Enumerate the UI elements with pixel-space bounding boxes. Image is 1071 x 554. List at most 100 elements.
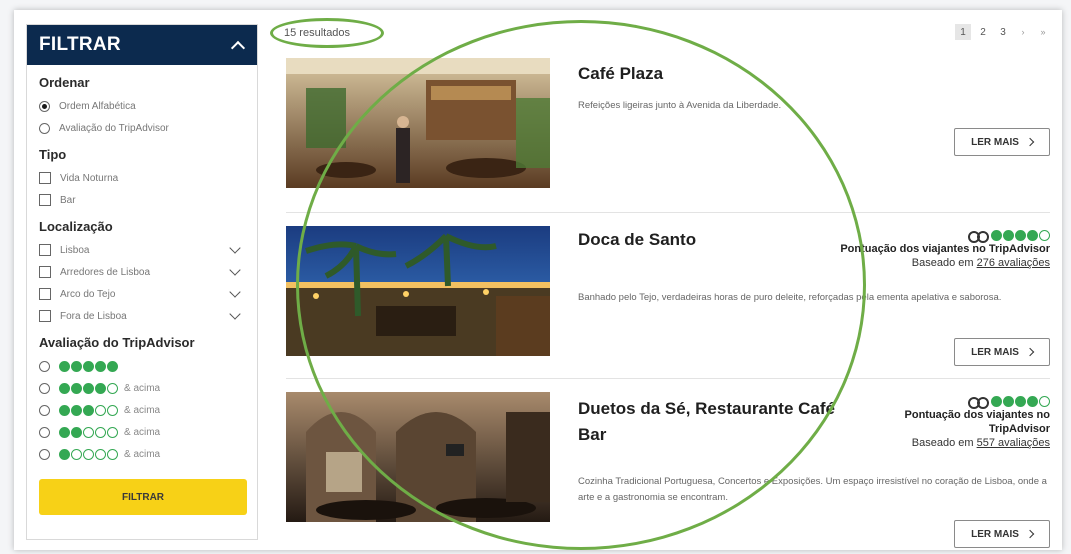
reviews-prefix: Baseado em xyxy=(911,437,974,449)
type-heading: Tipo xyxy=(39,147,67,162)
chevron-right-icon xyxy=(1025,529,1035,539)
venue-name-text: Duetos da Sé, Restaurante Café Bar xyxy=(578,399,835,444)
checkbox-icon[interactable] xyxy=(39,244,51,256)
divider xyxy=(286,378,1050,379)
filter-header[interactable]: FILTRAR xyxy=(27,25,257,65)
venue-description: Banhado pelo Tejo, verdadeiras horas de … xyxy=(578,292,1002,303)
location-option-arco-tejo[interactable]: Arco do Tejo xyxy=(39,283,245,305)
divider xyxy=(286,212,1050,213)
chevron-right-icon xyxy=(1025,137,1035,147)
tripadvisor-owl-icon xyxy=(968,396,989,409)
sort-option-label: Avaliação do TripAdvisor xyxy=(59,122,169,134)
result-card: Café Plaza Refeições ligeiras junto à Av… xyxy=(286,58,1050,208)
rating-suffix: & acima xyxy=(124,382,161,394)
rating-bubbles-icon xyxy=(59,404,119,416)
radio-icon[interactable] xyxy=(39,448,50,460)
type-option-bar[interactable]: Bar xyxy=(39,189,245,211)
sort-heading: Ordenar xyxy=(39,75,90,90)
checkbox-icon[interactable] xyxy=(39,194,51,206)
result-card: Doca de Santo Pontuação dos viajantes no… xyxy=(286,226,1050,376)
radio-icon[interactable] xyxy=(39,426,50,438)
rating-suffix: & acima xyxy=(124,426,161,438)
rating-bubbles-icon xyxy=(830,394,1050,409)
page-link[interactable]: 3 xyxy=(995,24,1011,40)
reviews-prefix: Baseado em xyxy=(911,257,974,269)
location-option-fora-lisboa[interactable]: Fora de Lisboa xyxy=(39,305,245,327)
chevron-down-icon[interactable] xyxy=(229,286,241,298)
location-option-label: Fora de Lisboa xyxy=(60,310,127,322)
read-more-label: LER MAIS xyxy=(971,346,1019,358)
rating-bubbles-icon xyxy=(59,382,119,394)
radio-icon[interactable] xyxy=(39,404,50,416)
checkbox-icon[interactable] xyxy=(39,266,51,278)
type-option-nightlife[interactable]: Vida Noturna xyxy=(39,167,245,189)
venue-name[interactable]: Café Plaza xyxy=(578,64,663,84)
rating-option-5[interactable] xyxy=(39,355,245,377)
rating-label: Pontuação dos viajantes no xyxy=(904,409,1050,421)
venue-name[interactable]: Duetos da Sé, Restaurante Café Bar xyxy=(578,396,848,448)
results-count: 15 resultados xyxy=(284,27,351,39)
rating-bubbles-icon xyxy=(59,448,119,460)
rating-bubbles-icon xyxy=(59,426,119,438)
filter-button[interactable]: FILTRAR xyxy=(39,479,247,515)
rating-label: TripAdvisor xyxy=(988,423,1050,435)
venue-photo[interactable] xyxy=(286,392,550,522)
read-more-button[interactable]: LER MAIS xyxy=(954,520,1050,548)
chevron-right-icon xyxy=(1025,347,1035,357)
venue-photo[interactable] xyxy=(286,58,550,188)
tripadvisor-rating: Pontuação dos viajantes no TripAdvisor B… xyxy=(750,228,1050,271)
chevron-down-icon[interactable] xyxy=(229,308,241,320)
last-page-icon[interactable]: » xyxy=(1035,24,1051,40)
radio-selected-icon[interactable] xyxy=(39,100,50,112)
page-link[interactable]: 2 xyxy=(975,24,991,40)
location-option-label: Arco do Tejo xyxy=(60,288,116,300)
rating-option-2[interactable]: & acima xyxy=(39,421,245,443)
venue-description: Refeições ligeiras junto à Avenida da Li… xyxy=(578,100,782,111)
location-option-lisboa[interactable]: Lisboa xyxy=(39,239,245,261)
reviews-link[interactable]: 557 avaliações xyxy=(977,437,1050,449)
type-option-label: Bar xyxy=(60,194,76,206)
read-more-button[interactable]: LER MAIS xyxy=(954,128,1050,156)
rating-option-1[interactable]: & acima xyxy=(39,443,245,465)
rating-suffix: & acima xyxy=(124,448,161,460)
radio-icon[interactable] xyxy=(39,360,50,372)
type-option-label: Vida Noturna xyxy=(60,172,119,184)
reviews-count: Baseado em 557 avaliações xyxy=(830,436,1050,451)
sort-option-rating[interactable]: Avaliação do TripAdvisor xyxy=(39,117,245,139)
page-link-current[interactable]: 1 xyxy=(955,24,971,40)
venue-name[interactable]: Doca de Santo xyxy=(578,230,696,250)
rating-heading: Avaliação do TripAdvisor xyxy=(39,335,195,350)
reviews-count: Baseado em 276 avaliações xyxy=(750,256,1050,271)
checkbox-icon[interactable] xyxy=(39,172,51,184)
result-card: Duetos da Sé, Restaurante Café Bar Pontu… xyxy=(286,392,1050,548)
rating-option-4[interactable]: & acima xyxy=(39,377,245,399)
tripadvisor-rating: Pontuação dos viajantes no TripAdvisor B… xyxy=(830,394,1050,451)
venue-photo[interactable] xyxy=(286,226,550,356)
tripadvisor-owl-icon xyxy=(968,230,989,243)
location-heading: Localização xyxy=(39,219,113,234)
reviews-link[interactable]: 276 avaliações xyxy=(977,257,1050,269)
location-option-arredores[interactable]: Arredores de Lisboa xyxy=(39,261,245,283)
radio-icon[interactable] xyxy=(39,382,50,394)
radio-icon[interactable] xyxy=(39,122,50,134)
location-option-label: Lisboa xyxy=(60,244,90,256)
checkbox-icon[interactable] xyxy=(39,310,51,322)
rating-bubbles-icon xyxy=(59,360,119,372)
location-option-label: Arredores de Lisboa xyxy=(60,266,151,278)
venue-description: Cozinha Tradicional Portuguesa, Concerto… xyxy=(578,476,1047,503)
filter-sidebar: FILTRAR Ordenar Ordem Alfabética Avaliaç… xyxy=(26,24,258,540)
rating-bubbles-icon xyxy=(750,228,1050,243)
chevron-down-icon[interactable] xyxy=(229,242,241,254)
chevron-down-icon[interactable] xyxy=(229,264,241,276)
filter-title: FILTRAR xyxy=(39,34,121,55)
checkbox-icon[interactable] xyxy=(39,288,51,300)
rating-suffix: & acima xyxy=(124,404,161,416)
rating-label: Pontuação dos viajantes no TripAdvisor xyxy=(840,243,1050,255)
rating-option-3[interactable]: & acima xyxy=(39,399,245,421)
next-page-icon[interactable]: › xyxy=(1015,24,1031,40)
sort-option-alphabetical[interactable]: Ordem Alfabética xyxy=(39,95,245,117)
sort-option-label: Ordem Alfabética xyxy=(59,100,136,112)
chevron-up-icon[interactable] xyxy=(231,38,245,52)
read-more-button[interactable]: LER MAIS xyxy=(954,338,1050,366)
pagination: 1 2 3 › » xyxy=(951,24,1051,40)
